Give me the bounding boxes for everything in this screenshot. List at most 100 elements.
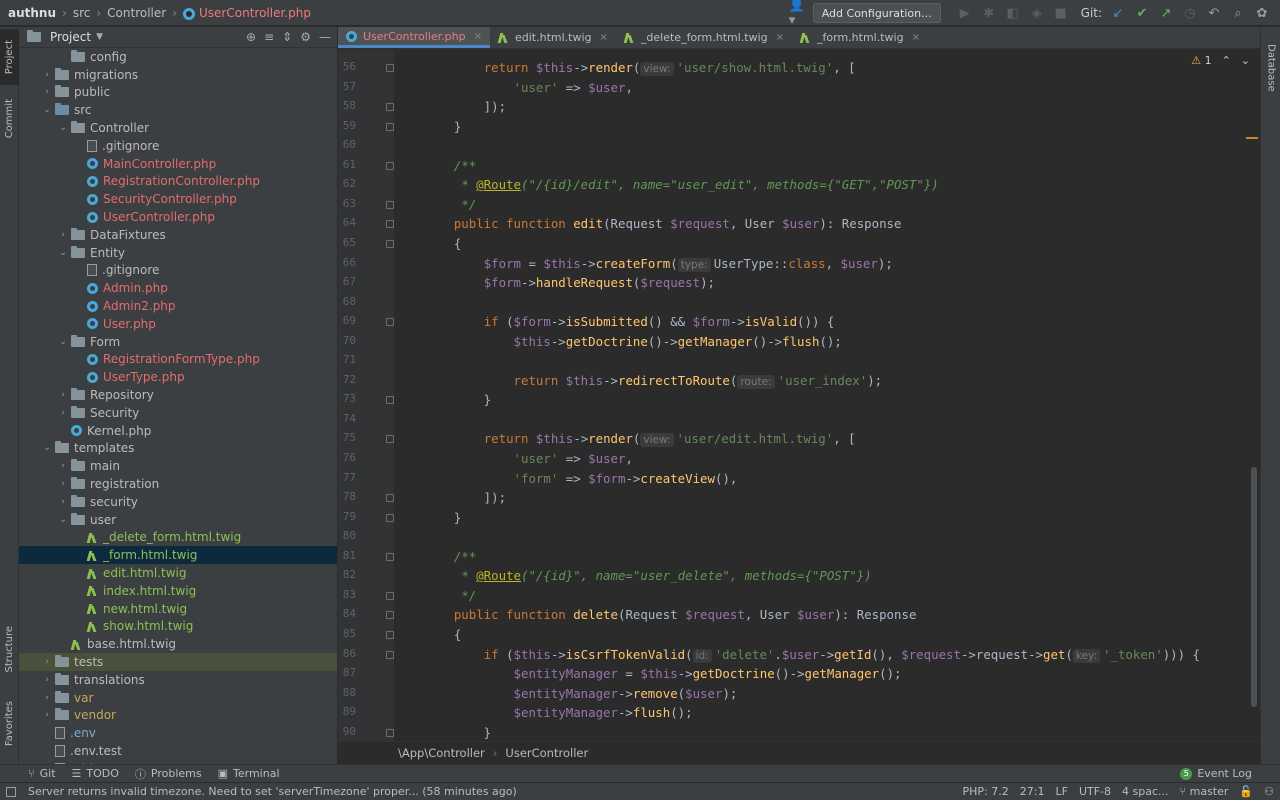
- tree-item[interactable]: .gitignore: [19, 262, 337, 280]
- hide-icon[interactable]: —: [319, 30, 331, 44]
- chevron-down-icon[interactable]: ⌄: [57, 248, 69, 258]
- tree-item[interactable]: ⌄ src: [19, 101, 337, 119]
- chevron-down-icon[interactable]: ⌄: [41, 443, 53, 453]
- fold-marker-icon[interactable]: [386, 494, 394, 503]
- php-level[interactable]: PHP: 7.2: [963, 785, 1009, 798]
- close-icon[interactable]: ×: [600, 32, 608, 43]
- tree-item[interactable]: ⌄ templates: [19, 440, 337, 458]
- tree-item[interactable]: show.html.twig: [19, 618, 337, 636]
- locate-icon[interactable]: ⊕: [246, 30, 256, 44]
- tree-item[interactable]: .env: [19, 724, 337, 742]
- git-update-icon[interactable]: ↙: [1108, 3, 1128, 23]
- coverage-icon[interactable]: ◧: [1003, 3, 1023, 23]
- code-line[interactable]: $this->getDoctrine()->getManager()->flus…: [424, 334, 842, 349]
- fold-marker-icon[interactable]: [386, 435, 394, 444]
- breadcrumb-controller[interactable]: Controller: [107, 6, 166, 20]
- tree-item[interactable]: User.php: [19, 315, 337, 333]
- caret-position[interactable]: 27:1: [1020, 785, 1045, 798]
- tree-item[interactable]: ⌄ Form: [19, 333, 337, 351]
- tree-item[interactable]: RegistrationController.php: [19, 173, 337, 191]
- breadcrumb-namespace[interactable]: \App\Controller: [398, 746, 485, 760]
- close-icon[interactable]: ×: [912, 32, 920, 43]
- chevron-down-icon[interactable]: ⌄: [57, 123, 69, 133]
- tree-item[interactable]: Kernel.php: [19, 422, 337, 440]
- tree-item[interactable]: index.html.twig: [19, 582, 337, 600]
- chevron-right-icon[interactable]: ›: [57, 461, 69, 471]
- fold-marker-icon[interactable]: [386, 513, 394, 522]
- chevron-right-icon[interactable]: ›: [57, 230, 69, 240]
- tree-item[interactable]: › registration: [19, 475, 337, 493]
- tree-item[interactable]: › public: [19, 84, 337, 102]
- code-line[interactable]: $entityManager = $this->getDoctrine()->g…: [424, 666, 902, 681]
- collapse-all-icon[interactable]: ≡: [264, 30, 274, 44]
- structure-tool-tab[interactable]: Structure: [0, 617, 19, 681]
- editor-scrollbar[interactable]: [1251, 467, 1257, 707]
- tree-item[interactable]: › translations: [19, 671, 337, 689]
- fold-marker-icon[interactable]: [386, 200, 394, 209]
- code-line[interactable]: $form->handleRequest($request);: [424, 275, 715, 290]
- fold-marker-icon[interactable]: [386, 161, 394, 170]
- git-tool-button[interactable]: ⑂ Git: [0, 767, 64, 780]
- tree-item[interactable]: › Repository: [19, 386, 337, 404]
- fold-marker-icon[interactable]: [386, 64, 394, 72]
- rollback-icon[interactable]: ↶: [1204, 3, 1224, 23]
- fold-marker-icon[interactable]: [386, 630, 394, 639]
- tree-item[interactable]: Admin.php: [19, 279, 337, 297]
- tree-item[interactable]: UserType.php: [19, 368, 337, 386]
- tree-item[interactable]: _delete_form.html.twig: [19, 529, 337, 547]
- expand-all-icon[interactable]: ⇕: [282, 30, 292, 44]
- chevron-right-icon[interactable]: ›: [57, 479, 69, 489]
- tree-item[interactable]: edit.html.twig: [19, 564, 337, 582]
- chevron-down-icon[interactable]: ⌄: [57, 337, 69, 347]
- fold-marker-icon[interactable]: [386, 396, 394, 405]
- breadcrumb-src[interactable]: src: [73, 6, 91, 20]
- tree-item[interactable]: › DataFixtures: [19, 226, 337, 244]
- tree-item[interactable]: ⌄ Controller: [19, 119, 337, 137]
- code-line[interactable]: /**: [424, 549, 476, 564]
- tree-item[interactable]: › main: [19, 457, 337, 475]
- tree-item[interactable]: › vendor: [19, 706, 337, 724]
- fold-marker-icon[interactable]: [386, 728, 394, 737]
- code-line[interactable]: return $this->redirectToRoute(route:'use…: [424, 373, 882, 389]
- inspection-widget[interactable]: ⚠ 1 ⌃ ⌄: [1191, 54, 1250, 67]
- code-line[interactable]: /**: [424, 158, 476, 173]
- close-icon[interactable]: ×: [776, 32, 784, 43]
- favorites-tool-tab[interactable]: Favorites: [0, 693, 19, 755]
- code-line[interactable]: 'form' => $form->createView(),: [424, 471, 738, 486]
- code-line[interactable]: * @Route("/{id}/edit", name="user_edit",…: [424, 177, 938, 192]
- chevron-down-icon[interactable]: ⌄: [57, 515, 69, 525]
- code-line[interactable]: }: [424, 119, 461, 134]
- code-line[interactable]: $entityManager->remove($user);: [424, 686, 738, 701]
- breadcrumb-file[interactable]: UserController.php: [199, 6, 311, 20]
- gear-icon[interactable]: ⚙: [300, 30, 311, 44]
- code-line[interactable]: */: [424, 588, 476, 603]
- indent-setting[interactable]: 4 spac...: [1122, 785, 1169, 798]
- tree-item[interactable]: › security: [19, 493, 337, 511]
- problems-tool-button[interactable]: ⓘ Problems: [127, 766, 210, 782]
- tree-item[interactable]: MainController.php: [19, 155, 337, 173]
- tree-item[interactable]: config: [19, 48, 337, 66]
- commit-tool-tab[interactable]: Commit: [0, 91, 19, 147]
- chevron-right-icon[interactable]: ›: [41, 675, 53, 685]
- tree-item[interactable]: ⌄ user: [19, 511, 337, 529]
- editor-tab[interactable]: UserController.php ×: [338, 27, 490, 48]
- profile-icon[interactable]: ◈: [1027, 3, 1047, 23]
- fold-marker-icon[interactable]: [386, 239, 394, 248]
- code-line[interactable]: ]);: [424, 99, 506, 114]
- chevron-down-icon[interactable]: ⌄: [41, 105, 53, 115]
- user-icon[interactable]: 👤▾: [789, 0, 809, 28]
- code-line[interactable]: $entityManager->flush();: [424, 705, 693, 720]
- fold-marker-icon[interactable]: [386, 103, 394, 112]
- database-tool-tab[interactable]: Database: [1261, 33, 1280, 103]
- code-line[interactable]: return $this->render(view:'user/show.htm…: [424, 60, 856, 76]
- fold-marker-icon[interactable]: [386, 591, 394, 600]
- git-branch[interactable]: ⑂ master: [1180, 785, 1229, 798]
- editor-tab[interactable]: edit.html.twig ×: [490, 27, 616, 48]
- chevron-right-icon[interactable]: ›: [57, 497, 69, 507]
- chevron-up-icon[interactable]: ⌃: [1222, 54, 1231, 67]
- chevron-down-icon[interactable]: ▼: [96, 32, 103, 42]
- chevron-right-icon[interactable]: ›: [41, 693, 53, 703]
- fold-marker-icon[interactable]: [386, 318, 394, 327]
- code-line[interactable]: * @Route("/{id}", name="user_delete", me…: [424, 568, 871, 583]
- fold-marker-icon[interactable]: [386, 611, 394, 620]
